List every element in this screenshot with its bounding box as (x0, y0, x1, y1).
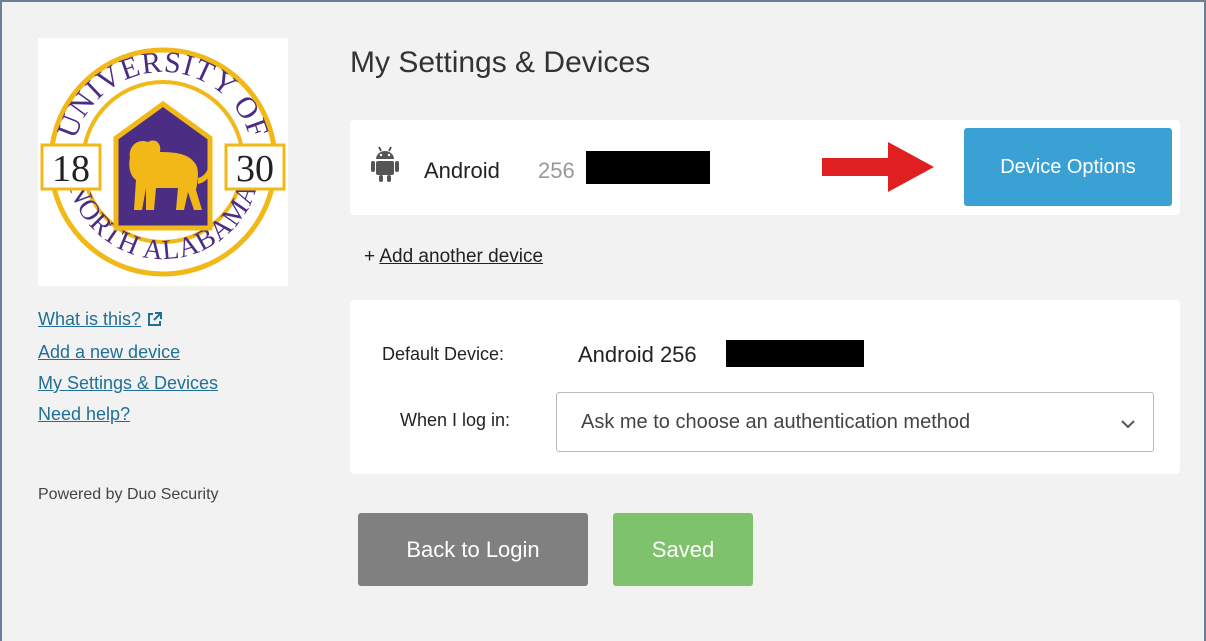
default-device-label: Default Device: (382, 344, 505, 364)
need-help-link[interactable]: Need help? (38, 401, 218, 427)
device-options-button[interactable]: Device Options (964, 128, 1172, 206)
sidebar-links: What is this? Add a new device My Settin… (38, 306, 218, 432)
device-name: Android (424, 158, 500, 183)
login-method-value: Ask me to choose an authentication metho… (581, 411, 971, 433)
android-icon (370, 145, 400, 188)
login-method-select[interactable]: Ask me to choose an authentication metho… (556, 392, 1154, 452)
external-link-icon (147, 308, 163, 334)
redaction-bar (726, 340, 864, 367)
settings-card: Default Device: Android 256 When I log i… (350, 300, 1180, 474)
powered-by-text: Powered by Duo Security (38, 486, 219, 503)
default-device-value: Android 256 (578, 342, 697, 367)
university-logo: UNIVERSITY OF NORTH ALABAMA 18 30 (38, 38, 288, 286)
device-number: 256 (538, 158, 575, 183)
what-is-this-link[interactable]: What is this? (38, 306, 218, 334)
red-arrow-icon (822, 140, 934, 199)
add-another-device[interactable]: + Add another device (364, 246, 543, 268)
chevron-down-icon (1121, 416, 1135, 434)
add-another-device-link[interactable]: Add another device (379, 246, 543, 267)
seal-year-left: 18 (52, 148, 90, 190)
my-settings-devices-link[interactable]: My Settings & Devices (38, 370, 218, 396)
what-is-this-label: What is this? (38, 309, 142, 329)
redaction-bar (586, 151, 710, 184)
back-to-login-button[interactable]: Back to Login (358, 513, 588, 586)
saved-button[interactable]: Saved (613, 513, 753, 586)
page-title: My Settings & Devices (350, 46, 651, 79)
seal-year-right: 30 (236, 148, 274, 190)
device-card: Android 256 Device Options (350, 120, 1180, 215)
when-login-label: When I log in: (400, 410, 511, 430)
add-new-device-link[interactable]: Add a new device (38, 339, 218, 365)
add-plus-sign: + (364, 246, 376, 267)
